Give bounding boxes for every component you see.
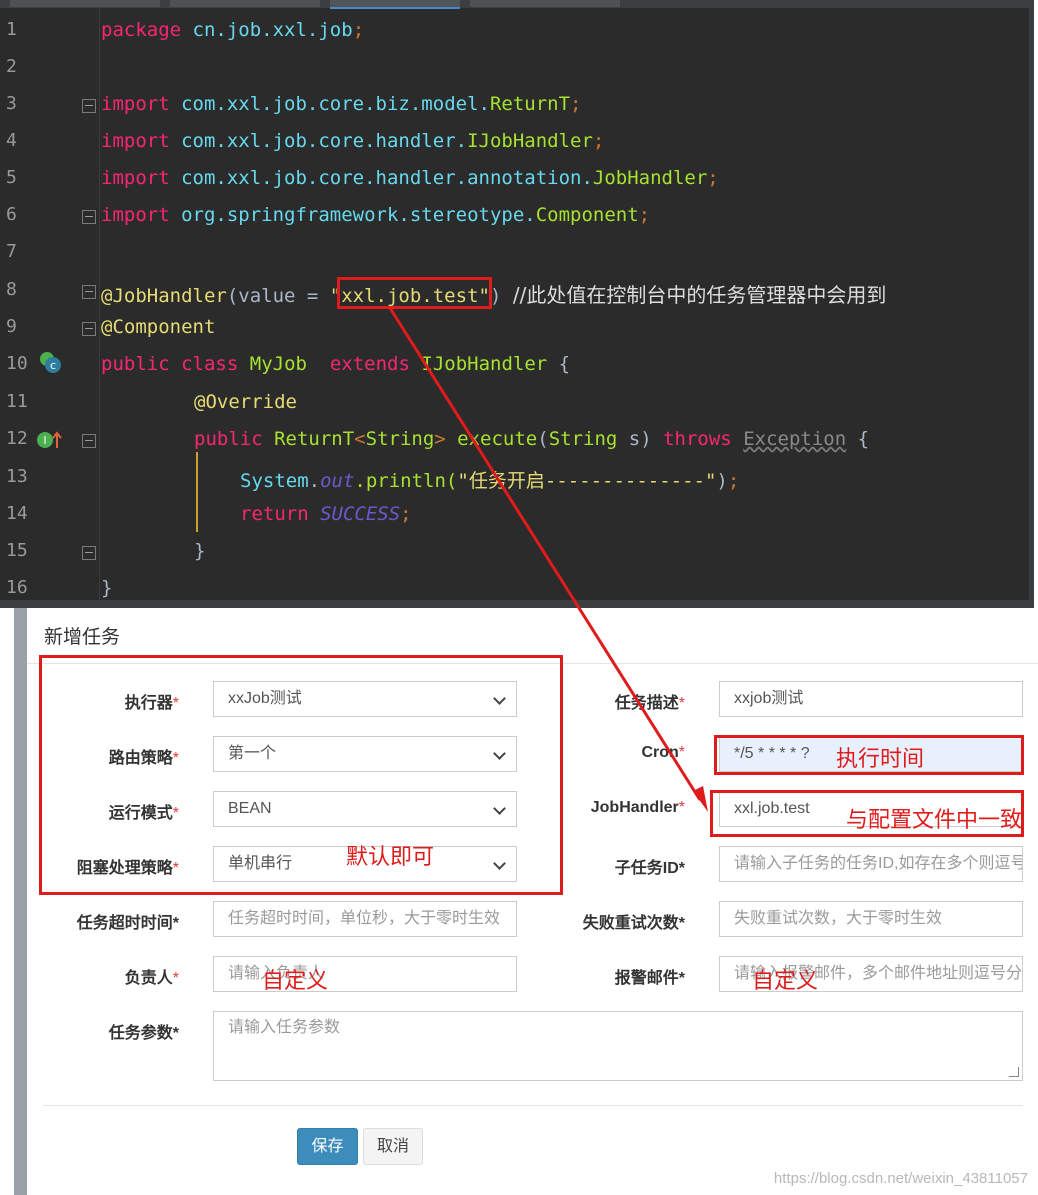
handler-value-highlight: [337, 277, 492, 309]
code-block-indicator: [196, 452, 198, 532]
line-number: 13: [6, 466, 28, 487]
editor-tab[interactable]: [10, 0, 160, 7]
line-number: 4: [6, 130, 17, 151]
line-number: 16: [6, 577, 28, 598]
code-text: package cn.job.xxl.job;: [101, 19, 365, 41]
divider: [43, 1105, 1023, 1106]
code-line: 7: [0, 235, 1034, 272]
editor-tab[interactable]: [170, 0, 320, 7]
editor-tab-bar: [0, 0, 1034, 9]
line-number: 7: [6, 241, 17, 262]
timeout-label: 任务超时时间*: [76, 915, 179, 932]
code-text: import org.springframework.stereotype.Co…: [101, 204, 651, 226]
code-text: }: [101, 577, 113, 599]
code-line: 4 import com.xxl.job.core.handler.IJobHa…: [0, 124, 1034, 161]
override-method-icon[interactable]: I: [36, 428, 64, 452]
dialog-backdrop-edge: [14, 608, 27, 1195]
line-number: 3: [6, 93, 17, 114]
resize-handle-icon[interactable]: [1009, 1067, 1019, 1077]
code-editor: 1 package cn.job.xxl.job; 2 3 import com…: [0, 0, 1034, 608]
code-line: 11 @Override: [0, 385, 1034, 422]
desc-label: 任务描述*: [614, 695, 685, 712]
editor-tab[interactable]: [470, 0, 620, 7]
fold-icon[interactable]: [82, 546, 96, 560]
owner-note: 自定义: [262, 969, 329, 994]
code-line: 8 @JobHandler(value = "xxl.job.test") //…: [0, 273, 1034, 310]
code-line: 5 import com.xxl.job.core.handler.annota…: [0, 161, 1034, 198]
fold-icon[interactable]: [82, 322, 96, 336]
editor-tab-active[interactable]: [330, 0, 460, 9]
line-number: 15: [6, 540, 28, 561]
email-label: 报警邮件*: [614, 970, 685, 987]
line-number: 14: [6, 503, 28, 524]
default-note: 默认即可: [346, 845, 435, 870]
cron-note: 执行时间: [836, 747, 925, 772]
code-text: return SUCCESS;: [240, 503, 412, 525]
cron-label: Cron*: [641, 744, 685, 761]
param-textarea[interactable]: 请输入任务参数: [213, 1011, 1023, 1081]
code-line: 14 return SUCCESS;: [0, 497, 1034, 534]
fold-icon[interactable]: [82, 99, 96, 113]
editor-statusbar: [0, 600, 1034, 608]
code-line: 6 import org.springframework.stereotype.…: [0, 198, 1034, 235]
watermark: https://blog.csdn.net/weixin_43811057: [773, 1170, 1028, 1187]
child-task-input[interactable]: 请输入子任务的任务ID,如存在多个则逗号分隔: [719, 846, 1023, 882]
line-number: 11: [6, 391, 28, 412]
save-button[interactable]: 保存: [297, 1128, 358, 1165]
param-label: 任务参数*: [108, 1025, 179, 1042]
code-text: @Component: [101, 316, 216, 338]
code-text: public ReturnT<String> execute(String s)…: [194, 428, 870, 450]
child-label: 子任务ID*: [614, 860, 685, 877]
code-text: import com.xxl.job.core.handler.IJobHand…: [101, 130, 605, 152]
run-class-icon[interactable]: c: [38, 350, 62, 374]
code-line: 12 public ReturnT<String> execute(String…: [0, 422, 1034, 459]
code-text: @Override: [194, 391, 297, 413]
handler-note: 与配置文件中一致: [846, 808, 1023, 833]
code-line: 15 }: [0, 534, 1034, 571]
code-line: 3 import com.xxl.job.core.biz.model.Retu…: [0, 87, 1034, 124]
code-line: 1 package cn.job.xxl.job;: [0, 13, 1034, 50]
fold-icon[interactable]: [82, 285, 96, 299]
retry-label: 失败重试次数*: [582, 915, 685, 932]
line-number: 1: [6, 19, 17, 40]
code-text: }: [194, 540, 206, 562]
svg-text:I: I: [43, 434, 46, 447]
line-number: 10: [6, 353, 28, 374]
line-number: 9: [6, 316, 17, 337]
code-line: 2: [0, 50, 1034, 87]
code-text: import com.xxl.job.core.handler.annotati…: [101, 167, 719, 189]
fold-icon[interactable]: [82, 434, 96, 448]
owner-input[interactable]: 请输入负责人: [213, 956, 517, 992]
code-text: @JobHandler(value = "xxl.job.test") //此处…: [101, 283, 887, 307]
line-number: 6: [6, 204, 17, 225]
code-text: import com.xxl.job.core.biz.model.Return…: [101, 93, 582, 115]
code-line: 9 @Component: [0, 310, 1034, 347]
svg-text:c: c: [50, 359, 56, 372]
line-number: 2: [6, 56, 17, 77]
code-text: public class MyJob extends IJobHandler {: [101, 353, 571, 375]
default-fields-highlight: [39, 655, 563, 895]
retry-input[interactable]: 失败重试次数，大于零时生效: [719, 901, 1023, 937]
code-text: System.out.println("任务开启--------------")…: [240, 470, 740, 492]
code-line: 13 System.out.println("任务开启-------------…: [0, 460, 1034, 497]
handler-label: JobHandler*: [590, 799, 685, 816]
fold-icon[interactable]: [82, 210, 96, 224]
line-number: 5: [6, 167, 17, 188]
email-note: 自定义: [752, 969, 819, 994]
dialog-title: 新增任务: [44, 627, 121, 648]
line-number: 12: [6, 428, 28, 449]
timeout-input[interactable]: 任务超时时间，单位秒，大于零时生效: [213, 901, 517, 937]
desc-input[interactable]: xxjob测试: [719, 681, 1023, 717]
owner-label: 负责人*: [124, 970, 179, 987]
line-number: 8: [6, 279, 17, 300]
cancel-button[interactable]: 取消: [363, 1128, 423, 1165]
code-line: 10 public class MyJob extends IJobHandle…: [0, 347, 1034, 384]
